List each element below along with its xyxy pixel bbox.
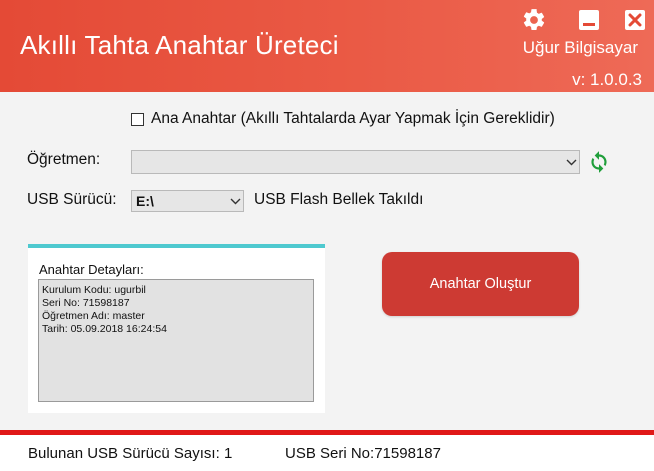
close-icon	[625, 10, 645, 30]
chevron-down-icon[interactable]	[563, 159, 579, 166]
detail-line: Kurulum Kodu: ugurbil	[42, 284, 146, 296]
checkbox-box[interactable]	[131, 112, 144, 126]
usb-label: USB Sürücü:	[27, 191, 117, 208]
teacher-label: Öğretmen:	[27, 151, 101, 168]
app-title: Akıllı Tahta Anahtar Üreteci	[20, 30, 339, 60]
generate-key-button[interactable]: Anahtar Oluştur	[382, 252, 579, 316]
minimize-button[interactable]	[575, 7, 603, 33]
status-bar: Bulunan USB Sürücü Sayısı: 1 USB Seri No…	[0, 435, 654, 471]
version-label: v: 1.0.0.3	[572, 70, 642, 89]
usb-select-value: E:\	[136, 193, 154, 209]
key-details-card: Anahtar Detayları: Kurulum Kodu: ugurbil…	[28, 244, 325, 413]
usb-select[interactable]: E:\	[131, 190, 244, 212]
refresh-button[interactable]	[586, 149, 612, 175]
title-bar: Akıllı Tahta Anahtar Üreteci Uğur Bilgis…	[0, 0, 654, 92]
teacher-select[interactable]	[131, 150, 580, 174]
usb-count: Bulunan USB Sürücü Sayısı: 1	[28, 445, 233, 462]
gear-icon	[523, 9, 545, 30]
minimize-icon	[579, 10, 599, 30]
detail-line: Tarih: 05.09.2018 16:24:54	[42, 323, 167, 335]
company-name: Uğur Bilgisayar	[522, 38, 638, 57]
refresh-icon	[591, 151, 607, 173]
detail-line: Öğretmen Adı: master	[42, 310, 145, 322]
detail-line: Seri No: 71598187	[42, 297, 130, 309]
master-key-checkbox[interactable]: Ana Anahtar (Akıllı Tahtalarda Ayar Yapm…	[131, 110, 555, 128]
chevron-down-icon[interactable]	[227, 198, 243, 205]
usb-status: USB Flash Bellek Takıldı	[254, 191, 424, 208]
close-button[interactable]	[621, 7, 649, 33]
key-details-title: Anahtar Detayları:	[39, 262, 144, 277]
usb-serial: USB Seri No:71598187	[285, 445, 441, 462]
key-details-text[interactable]: Kurulum Kodu: ugurbil Seri No: 71598187 …	[38, 279, 314, 402]
settings-button[interactable]	[520, 7, 548, 33]
master-key-label: Ana Anahtar (Akıllı Tahtalarda Ayar Yapm…	[151, 110, 555, 127]
